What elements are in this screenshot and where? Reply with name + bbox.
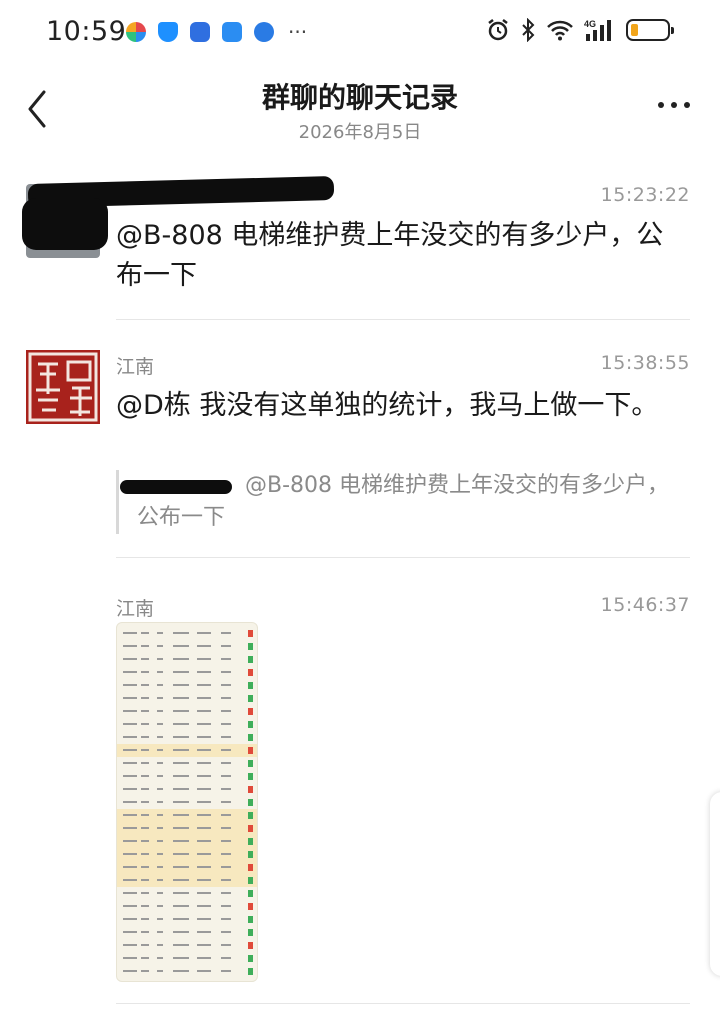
more-dots-icon [658,102,664,108]
bluetooth-icon [522,18,535,42]
shield-app-icon [158,22,178,42]
message-time: 15:46:37 [600,594,690,616]
image-attachment[interactable] [116,622,258,982]
thumbnail-row [117,900,257,913]
hex-app-icon [126,22,146,42]
notification-icons: ··· [126,22,307,42]
thumbnail-row [117,822,257,835]
thumbnail-row [117,796,257,809]
avatar[interactable] [26,350,100,424]
system-icons: 4G [486,18,674,42]
thumbnail-row [117,653,257,666]
thumbnail-row [117,809,257,822]
thumbnail-row [117,939,257,952]
more-options-button[interactable] [658,102,690,108]
thumbnail-row [117,731,257,744]
side-scroll-handle[interactable] [710,792,720,976]
page-date: 2026年8月5日 [298,122,422,143]
battery-level-fill [631,24,638,36]
thumbnail-row [117,718,257,731]
message-item[interactable]: 15:23:22 @B-808 电梯维护费上年没交的有多少户，公布一下 [0,170,720,320]
chat-app-icon [222,22,242,42]
thumbnail-row [117,848,257,861]
message-time: 15:38:55 [600,352,690,374]
message-item[interactable]: 江南 15:46:37 [0,580,720,1010]
message-text[interactable]: @D栋 我没有这单独的统计，我马上做一下。 [116,386,676,426]
wifi-icon [547,20,573,41]
cellular-signal-icon: 4G [584,19,611,41]
message-item[interactable]: 江南 15:38:55 @D栋 我没有这单独的统计，我马上做一下。 @B-808… [0,340,720,560]
thumbnail-row [117,640,257,653]
thumbnail-row [117,926,257,939]
thumbnail-row [117,835,257,848]
alarm-icon [488,19,508,41]
battery-icon [626,19,674,41]
sender-name: 江南 [116,598,155,620]
thumbnail-row [117,666,257,679]
seal-avatar-image [26,350,100,424]
thumbnail-row [117,783,257,796]
thumbnail-row [117,965,257,978]
thumbnail-row [117,705,257,718]
thumbnail-row [117,887,257,900]
thumbnail-row [117,744,257,757]
network-type-label: 4G [584,19,596,29]
page-title: 群聊的聊天记录 [261,81,458,114]
thumbnail-row [117,627,257,640]
chat-history-header: 群聊的聊天记录 2026年8月5日 [0,64,720,152]
thumbnail-row [117,874,257,887]
message-text[interactable]: @B-808 电梯维护费上年没交的有多少户，公布一下 [116,216,676,296]
phone-app-icon [190,22,210,42]
redaction-mark [120,480,232,494]
thumbnail-row [117,692,257,705]
divider [116,319,690,320]
status-time: 10:59 [46,16,127,47]
message-time: 15:23:22 [600,184,690,206]
more-notifications-icon: ··· [288,20,308,44]
thumbnail-row [117,679,257,692]
divider [116,557,690,558]
thumbnail-row [117,952,257,965]
thumbnail-row [117,861,257,874]
status-bar: 10:59 ··· 4G [0,0,720,64]
sender-name: 江南 [116,356,155,378]
redaction-mark [22,198,108,250]
thumbnail-row [117,757,257,770]
globe-app-icon [254,22,274,42]
divider [116,1003,690,1004]
thumbnail-row [117,913,257,926]
thumbnail-row [117,770,257,783]
